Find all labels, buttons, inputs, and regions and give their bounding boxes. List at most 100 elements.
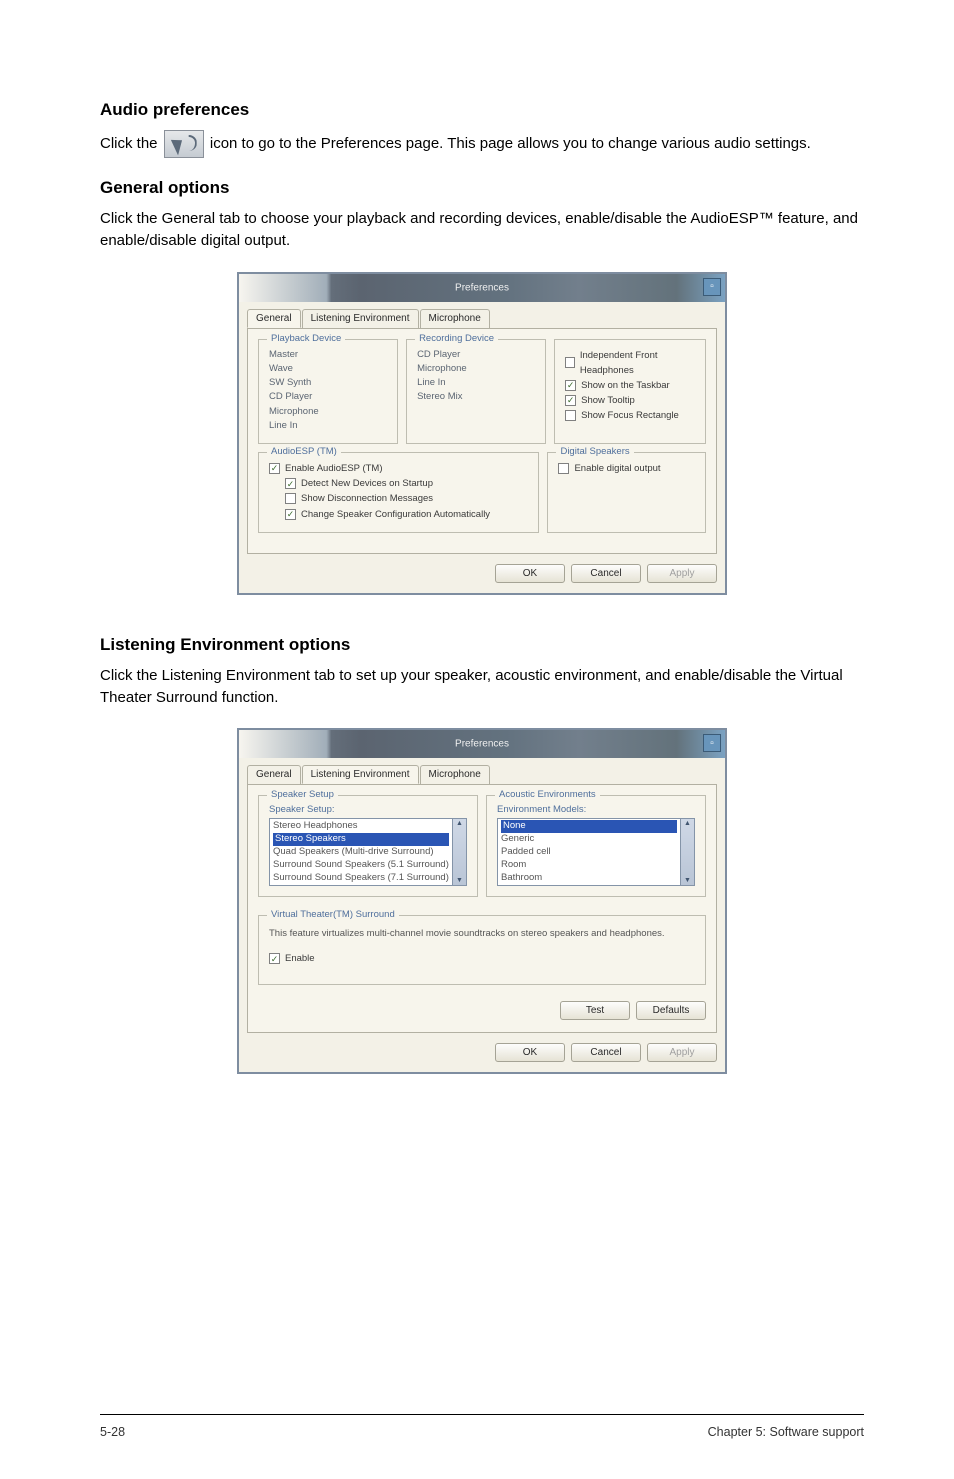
scrollbar[interactable]: ▲▼ (680, 819, 694, 885)
audioesp-legend: AudioESP (TM) (267, 446, 341, 457)
scrollbar[interactable]: ▲▼ (452, 819, 466, 885)
checkbox-enable-digital-output[interactable]: Enable digital output (558, 461, 695, 476)
list-item[interactable]: Stereo Headphones (273, 820, 449, 833)
ok-button[interactable]: OK (495, 564, 565, 583)
playback-item: Master (269, 348, 387, 362)
speaker-setup-legend: Speaker Setup (267, 789, 338, 800)
window-title: Preferences (455, 282, 509, 293)
digital-legend: Digital Speakers (556, 446, 633, 457)
close-icon[interactable]: ▫ (703, 278, 721, 296)
acoustic-legend: Acoustic Environments (495, 789, 600, 800)
checkbox-enable-virtual-theater[interactable]: ✓Enable (269, 951, 695, 966)
fieldset-virtual-theater: Virtual Theater(TM) Surround This featur… (258, 915, 706, 985)
fieldset-audioesp: AudioESP (TM) ✓Enable AudioESP (TM) ✓Det… (258, 452, 539, 533)
environment-models-select[interactable]: None Generic Padded cell Room Bathroom ▲… (497, 818, 695, 886)
list-item[interactable]: Generic (501, 833, 677, 846)
listening-environment-paragraph: Click the Listening Environment tab to s… (100, 665, 864, 709)
tab-listening-environment[interactable]: Listening Environment (302, 765, 419, 784)
playback-legend: Playback Device (267, 333, 345, 344)
recording-item: Line In (417, 376, 535, 390)
list-item[interactable]: Stereo Speakers (273, 833, 449, 846)
checkbox-change-speaker-auto[interactable]: ✓Change Speaker Configuration Automatica… (269, 507, 528, 522)
checkbox-label: Enable AudioESP (TM) (285, 461, 383, 476)
cancel-button[interactable]: Cancel (571, 564, 641, 583)
tabs-row: General Listening Environment Microphone (247, 309, 717, 329)
audio-prefs-paragraph: Click the icon to go to the Preferences … (100, 130, 864, 158)
fieldset-acoustic-environments: Acoustic Environments Environment Models… (486, 795, 706, 897)
audio-prefs-text-after: icon to go to the Preferences page. This… (210, 135, 811, 152)
list-item[interactable]: Surround Sound Speakers (5.1 Surround) (273, 859, 449, 872)
fieldset-digital-speakers: Digital Speakers Enable digital output (547, 452, 706, 533)
checkbox-label: Show on the Taskbar (581, 378, 670, 393)
recording-item: CD Player (417, 348, 535, 362)
scroll-up-icon[interactable]: ▲ (684, 820, 691, 827)
tab-microphone[interactable]: Microphone (420, 309, 490, 328)
tab-general[interactable]: General (247, 765, 301, 784)
checkbox-enable-audioesp[interactable]: ✓Enable AudioESP (TM) (269, 461, 528, 476)
virtual-theater-description: This feature virtualizes multi-channel m… (269, 928, 695, 941)
defaults-button[interactable]: Defaults (636, 1001, 706, 1020)
chapter-label: Chapter 5: Software support (708, 1425, 864, 1439)
scroll-up-icon[interactable]: ▲ (456, 820, 463, 827)
list-item[interactable]: Quad Speakers (Multi-drive Surround) (273, 846, 449, 859)
checkbox-detect-new-devices[interactable]: ✓Detect New Devices on Startup (269, 476, 528, 491)
dialog-buttons: OK Cancel Apply (247, 1033, 717, 1062)
heading-audio-preferences: Audio preferences (100, 100, 864, 120)
window-title: Preferences (455, 739, 509, 750)
playback-item: Line In (269, 419, 387, 433)
playback-item: CD Player (269, 390, 387, 404)
tabs-row: General Listening Environment Microphone (247, 765, 717, 785)
window-titlebar: Preferences ▫ (239, 730, 725, 758)
speaker-setup-select[interactable]: Stereo Headphones Stereo Speakers Quad S… (269, 818, 467, 886)
dialog-buttons: OK Cancel Apply (247, 554, 717, 583)
virtual-theater-legend: Virtual Theater(TM) Surround (267, 909, 399, 920)
checkbox-show-taskbar[interactable]: ✓Show on the Taskbar (565, 378, 695, 393)
playback-item: Wave (269, 362, 387, 376)
apply-button[interactable]: Apply (647, 564, 717, 583)
fieldset-recording-device: Recording Device CD Player Microphone Li… (406, 339, 546, 445)
checkbox-show-disconnection[interactable]: Show Disconnection Messages (269, 491, 528, 506)
apply-button[interactable]: Apply (647, 1043, 717, 1062)
checkbox-label: Detect New Devices on Startup (301, 476, 433, 491)
environment-models-label: Environment Models: (497, 804, 695, 815)
fieldset-other-options: Independent Front Headphones ✓Show on th… (554, 339, 706, 445)
list-item[interactable]: Surround Sound Speakers (7.1 Surround) (273, 872, 449, 885)
recording-item: Microphone (417, 362, 535, 376)
tab-listening-environment[interactable]: Listening Environment (302, 309, 419, 328)
checkbox-label: Independent Front Headphones (580, 348, 695, 378)
preferences-icon (164, 130, 204, 158)
list-item[interactable]: Bathroom (501, 872, 677, 885)
speaker-setup-label: Speaker Setup: (269, 804, 467, 815)
audio-prefs-text-before: Click the (100, 135, 162, 152)
checkbox-label: Show Focus Rectangle (581, 408, 679, 423)
heading-general-options: General options (100, 178, 864, 198)
ok-button[interactable]: OK (495, 1043, 565, 1062)
playback-item: SW Synth (269, 376, 387, 390)
checkbox-show-focus-rectangle[interactable]: Show Focus Rectangle (565, 408, 695, 423)
checkbox-independent-headphones[interactable]: Independent Front Headphones (565, 348, 695, 378)
scroll-down-icon[interactable]: ▼ (456, 877, 463, 884)
list-item[interactable]: Padded cell (501, 846, 677, 859)
tab-general[interactable]: General (247, 309, 301, 328)
list-item[interactable]: Room (501, 859, 677, 872)
checkbox-label: Enable (285, 951, 315, 966)
fieldset-speaker-setup: Speaker Setup Speaker Setup: Stereo Head… (258, 795, 478, 897)
scroll-down-icon[interactable]: ▼ (684, 877, 691, 884)
checkbox-show-tooltip[interactable]: ✓Show Tooltip (565, 393, 695, 408)
checkbox-label: Change Speaker Configuration Automatical… (301, 507, 490, 522)
page-footer: 5-28 Chapter 5: Software support (100, 1414, 864, 1439)
close-icon[interactable]: ▫ (703, 734, 721, 752)
page-number: 5-28 (100, 1425, 125, 1439)
recording-item: Stereo Mix (417, 390, 535, 404)
test-button[interactable]: Test (560, 1001, 630, 1020)
heading-listening-environment: Listening Environment options (100, 635, 864, 655)
playback-item: Microphone (269, 405, 387, 419)
preferences-window-general: Preferences ▫ General Listening Environm… (237, 272, 727, 595)
tab-microphone[interactable]: Microphone (420, 765, 490, 784)
general-options-paragraph: Click the General tab to choose your pla… (100, 208, 864, 252)
fieldset-playback-device: Playback Device Master Wave SW Synth CD … (258, 339, 398, 445)
preferences-window-listening: Preferences ▫ General Listening Environm… (237, 728, 727, 1074)
cancel-button[interactable]: Cancel (571, 1043, 641, 1062)
list-item[interactable]: None (501, 820, 677, 833)
checkbox-label: Show Disconnection Messages (301, 491, 433, 506)
